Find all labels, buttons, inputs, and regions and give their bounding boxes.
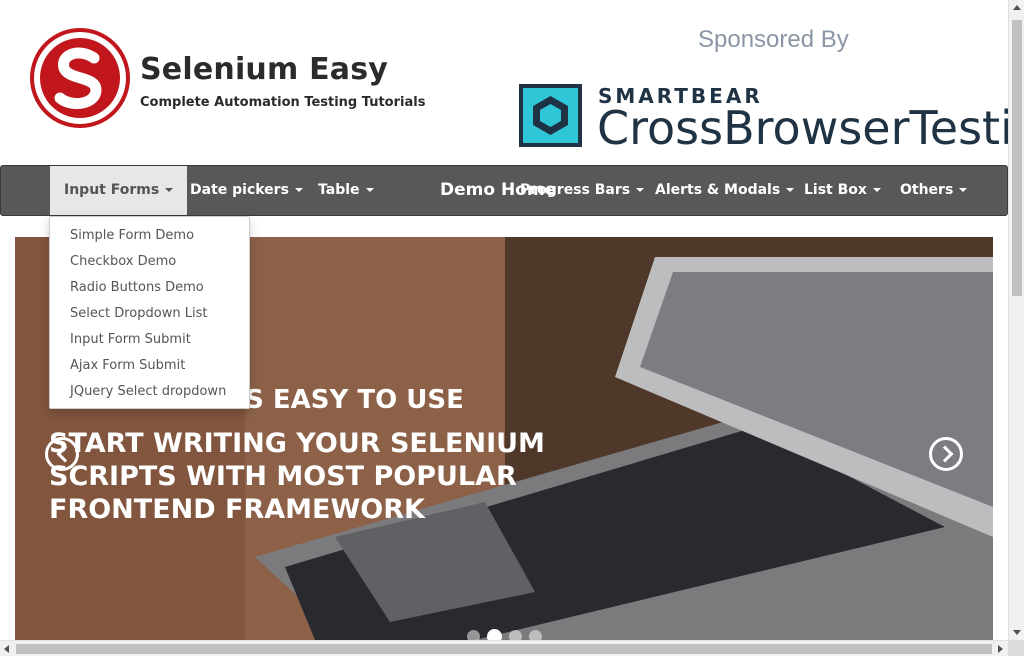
smartbear-logo-icon[interactable] [519, 84, 582, 147]
nav-others[interactable]: Others [900, 166, 968, 215]
menu-item-input-form-submit[interactable]: Input Form Submit [50, 327, 249, 353]
scroll-down-arrow-icon[interactable] [1013, 630, 1021, 635]
horizontal-scrollbar[interactable] [0, 640, 1008, 656]
menu-item-checkbox-demo[interactable]: Checkbox Demo [50, 249, 249, 275]
nav-label: Date pickers [190, 182, 289, 198]
horizontal-scrollbar-thumb[interactable] [16, 644, 992, 654]
scroll-left-arrow-icon[interactable] [4, 645, 9, 653]
site-header: Selenium Easy Complete Automation Testin… [0, 0, 1008, 165]
nav-label: List Box [804, 182, 867, 198]
carousel-indicator[interactable] [467, 630, 480, 640]
scroll-up-arrow-icon[interactable] [1013, 5, 1021, 10]
nav-label: Others [900, 182, 954, 198]
nav-progress-bars[interactable]: Progress Bars [520, 166, 645, 215]
nav-date-pickers[interactable]: Date pickers [190, 166, 303, 215]
selenium-easy-logo-icon[interactable] [30, 28, 130, 128]
nav-label: Input Forms [64, 182, 160, 198]
chevron-right-icon [936, 445, 954, 463]
nav-alerts-modals[interactable]: Alerts & Modals [655, 166, 795, 215]
caret-down-icon [165, 188, 174, 192]
menu-item-select-dropdown-list[interactable]: Select Dropdown List [50, 301, 249, 327]
vertical-scrollbar[interactable] [1008, 0, 1024, 640]
input-forms-dropdown-menu: Simple Form Demo Checkbox Demo Radio But… [49, 216, 250, 409]
nav-label: Progress Bars [520, 182, 631, 198]
menu-item-simple-form-demo[interactable]: Simple Form Demo [50, 223, 249, 249]
carousel-indicator[interactable] [509, 630, 522, 640]
nav-label: Alerts & Modals [655, 182, 781, 198]
sponsored-heading: Sponsored By [698, 26, 849, 53]
carousel-indicator[interactable] [529, 630, 542, 640]
nav-table[interactable]: Table [318, 166, 374, 215]
chevron-left-icon [56, 445, 74, 463]
menu-item-jquery-select-dropdown[interactable]: JQuery Select dropdown [50, 379, 249, 405]
caret-down-icon [786, 188, 795, 192]
main-navbar: Input Forms Date pickers Table Demo Home… [0, 165, 1008, 216]
caret-down-icon [872, 188, 881, 192]
nav-input-forms[interactable]: Input Forms [50, 166, 188, 215]
caret-down-icon [636, 188, 645, 192]
nav-label: Table [318, 182, 360, 198]
brand-tagline: Complete Automation Testing Tutorials [140, 95, 426, 110]
carousel-indicator-active[interactable] [487, 629, 502, 640]
scroll-right-arrow-icon[interactable] [998, 645, 1003, 653]
carousel-caption-big: START WRITING YOUR SELENIUM SCRIPTS WITH… [49, 428, 545, 525]
brand-name[interactable]: Selenium Easy [140, 52, 388, 87]
caret-down-icon [365, 188, 374, 192]
carousel-next-button[interactable] [929, 437, 963, 471]
sponsor-product[interactable]: CrossBrowserTesting [597, 101, 1008, 155]
scrollbar-corner [1008, 640, 1024, 656]
menu-item-radio-buttons-demo[interactable]: Radio Buttons Demo [50, 275, 249, 301]
carousel-prev-button[interactable] [45, 437, 79, 471]
caret-down-icon [959, 188, 968, 192]
menu-item-ajax-form-submit[interactable]: Ajax Form Submit [50, 353, 249, 379]
nav-list-box[interactable]: List Box [804, 166, 881, 215]
caret-down-icon [294, 188, 303, 192]
vertical-scrollbar-thumb[interactable] [1012, 20, 1022, 296]
carousel-indicators [467, 629, 542, 640]
